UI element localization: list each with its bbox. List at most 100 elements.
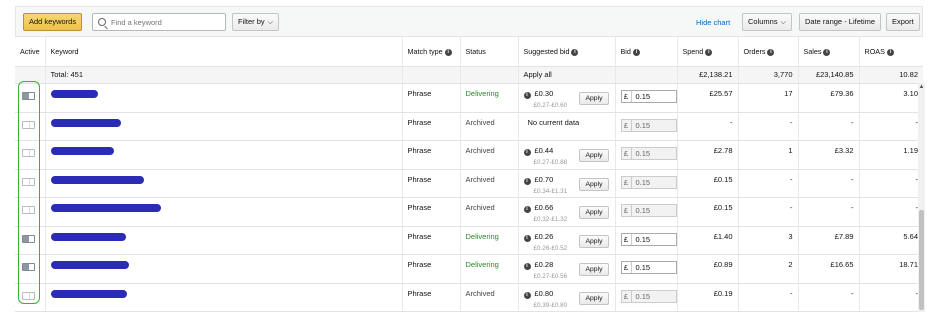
status-cell: Archived: [459, 140, 518, 170]
status-cell: Delivering: [459, 254, 518, 284]
bid-input[interactable]: £0.15: [620, 118, 677, 132]
bid-input[interactable]: £0.15: [620, 90, 677, 103]
apply-bid-button[interactable]: Apply: [579, 263, 609, 276]
sales-cell: -: [797, 283, 859, 312]
info-icon[interactable]: i: [571, 48, 579, 56]
active-toggle[interactable]: [22, 92, 35, 100]
table-row: Phrase Archived i £0.44 £0.27-£0.88 Apply…: [15, 140, 923, 170]
info-icon[interactable]: i: [767, 48, 775, 56]
info-icon[interactable]: i: [523, 263, 531, 270]
suggested-bid-cell: i £0.70 £0.34-£1.31 Apply: [517, 169, 615, 198]
scrollbar-thumb[interactable]: [919, 210, 924, 310]
suggested-bid-value: £0.80: [534, 288, 554, 298]
currency-symbol: £: [622, 119, 632, 131]
info-icon[interactable]: i: [632, 48, 640, 56]
status-cell: Archived: [459, 169, 518, 198]
bid-cell: £0.15: [614, 226, 677, 255]
active-toggle[interactable]: [22, 149, 35, 157]
spend-cell: £0.89: [676, 254, 738, 284]
active-toggle[interactable]: [22, 177, 35, 186]
active-cell: [15, 169, 45, 198]
totals-row: Total: 451 Apply all £2,138.21 3,770 £23…: [15, 66, 923, 84]
info-icon[interactable]: i: [523, 92, 531, 99]
bid-value: 0.15: [635, 120, 651, 130]
spend-cell: £0.19: [676, 283, 738, 312]
suggested-bid-value: No current data: [527, 117, 580, 127]
columns-button[interactable]: Columns ⌵: [742, 13, 792, 31]
add-keywords-button[interactable]: Add keywords: [23, 13, 83, 31]
col-orders[interactable]: Orders i: [737, 36, 798, 67]
col-active-label: Active: [20, 47, 40, 56]
totals-roas: 10.82: [858, 66, 923, 84]
apply-bid-button[interactable]: Apply: [579, 206, 609, 219]
orders-cell: -: [737, 283, 798, 312]
redacted-keyword: [50, 147, 114, 155]
status-cell: Archived: [459, 283, 518, 312]
active-toggle[interactable]: [22, 234, 35, 243]
active-toggle[interactable]: [22, 291, 35, 300]
sales-cell: £79.36: [797, 83, 859, 113]
col-sales[interactable]: Sales i: [797, 36, 859, 67]
info-icon[interactable]: i: [886, 48, 894, 56]
col-active[interactable]: Active: [15, 36, 45, 67]
active-toggle[interactable]: [22, 263, 35, 271]
bid-input[interactable]: £0.15: [620, 175, 677, 189]
date-range-button[interactable]: Date range - Lifetime: [799, 13, 882, 31]
info-icon[interactable]: i: [523, 206, 531, 213]
col-sales-label: Sales: [803, 47, 822, 56]
info-icon[interactable]: i: [523, 234, 531, 242]
apply-bid-button[interactable]: Apply: [579, 149, 609, 162]
bid-input[interactable]: £0.15: [620, 261, 677, 274]
hide-chart-link[interactable]: Hide chart: [696, 18, 730, 27]
bid-input[interactable]: £0.15: [620, 289, 677, 303]
totals-orders: 3,770: [737, 66, 798, 84]
scroll-up-icon[interactable]: ▲: [918, 84, 925, 90]
apply-all-link[interactable]: Apply all: [517, 66, 615, 84]
col-spend[interactable]: Spend i: [676, 36, 738, 67]
info-icon[interactable]: i: [444, 48, 452, 56]
search-box[interactable]: [92, 13, 226, 31]
currency-symbol: £: [622, 262, 632, 273]
info-icon[interactable]: i: [823, 48, 831, 56]
export-button[interactable]: Export: [886, 13, 920, 31]
col-status[interactable]: Status: [459, 36, 518, 67]
spend-cell: -: [676, 112, 738, 141]
col-bid-label: Bid: [620, 47, 631, 56]
info-icon[interactable]: i: [705, 48, 713, 56]
bid-value: 0.15: [635, 149, 651, 158]
suggested-bid-value: £0.28: [534, 260, 554, 269]
active-toggle[interactable]: [22, 120, 35, 129]
orders-cell: 1: [737, 140, 798, 170]
info-icon[interactable]: i: [523, 149, 531, 156]
table-row: Phrase Delivering i £0.30 £0.27-£0.60 App…: [15, 83, 923, 113]
info-icon[interactable]: i: [523, 177, 531, 185]
totals-active: [15, 66, 45, 84]
col-match-type[interactable]: Match type i: [401, 36, 460, 67]
status-cell: Archived: [459, 112, 518, 141]
search-icon: [98, 18, 106, 26]
info-icon[interactable]: i: [523, 291, 531, 299]
col-orders-label: Orders: [743, 47, 766, 56]
active-toggle[interactable]: [22, 206, 35, 214]
apply-bid-button[interactable]: Apply: [579, 177, 609, 191]
roas-cell: -: [858, 283, 923, 312]
apply-bid-button[interactable]: Apply: [579, 92, 609, 105]
active-cell: [15, 83, 45, 113]
bid-input[interactable]: £0.15: [620, 147, 677, 160]
active-cell: [15, 254, 45, 284]
currency-symbol: £: [622, 290, 632, 302]
bid-input[interactable]: £0.15: [620, 232, 677, 246]
active-cell: [15, 112, 45, 141]
keyword-cell: [44, 283, 402, 312]
col-suggested-bid[interactable]: Suggested bid i: [517, 36, 615, 67]
col-roas[interactable]: ROAS i: [858, 36, 923, 67]
bid-input[interactable]: £0.15: [620, 204, 677, 217]
col-keyword[interactable]: Keyword: [44, 36, 402, 67]
apply-bid-button[interactable]: Apply: [579, 291, 609, 305]
spend-cell: £25.57: [676, 83, 738, 113]
col-bid[interactable]: Bid i: [614, 36, 677, 67]
filter-by-button[interactable]: Filter by ⌵: [232, 13, 279, 31]
currency-symbol: £: [622, 233, 632, 245]
apply-bid-button[interactable]: Apply: [579, 234, 609, 248]
search-input[interactable]: [111, 16, 221, 28]
